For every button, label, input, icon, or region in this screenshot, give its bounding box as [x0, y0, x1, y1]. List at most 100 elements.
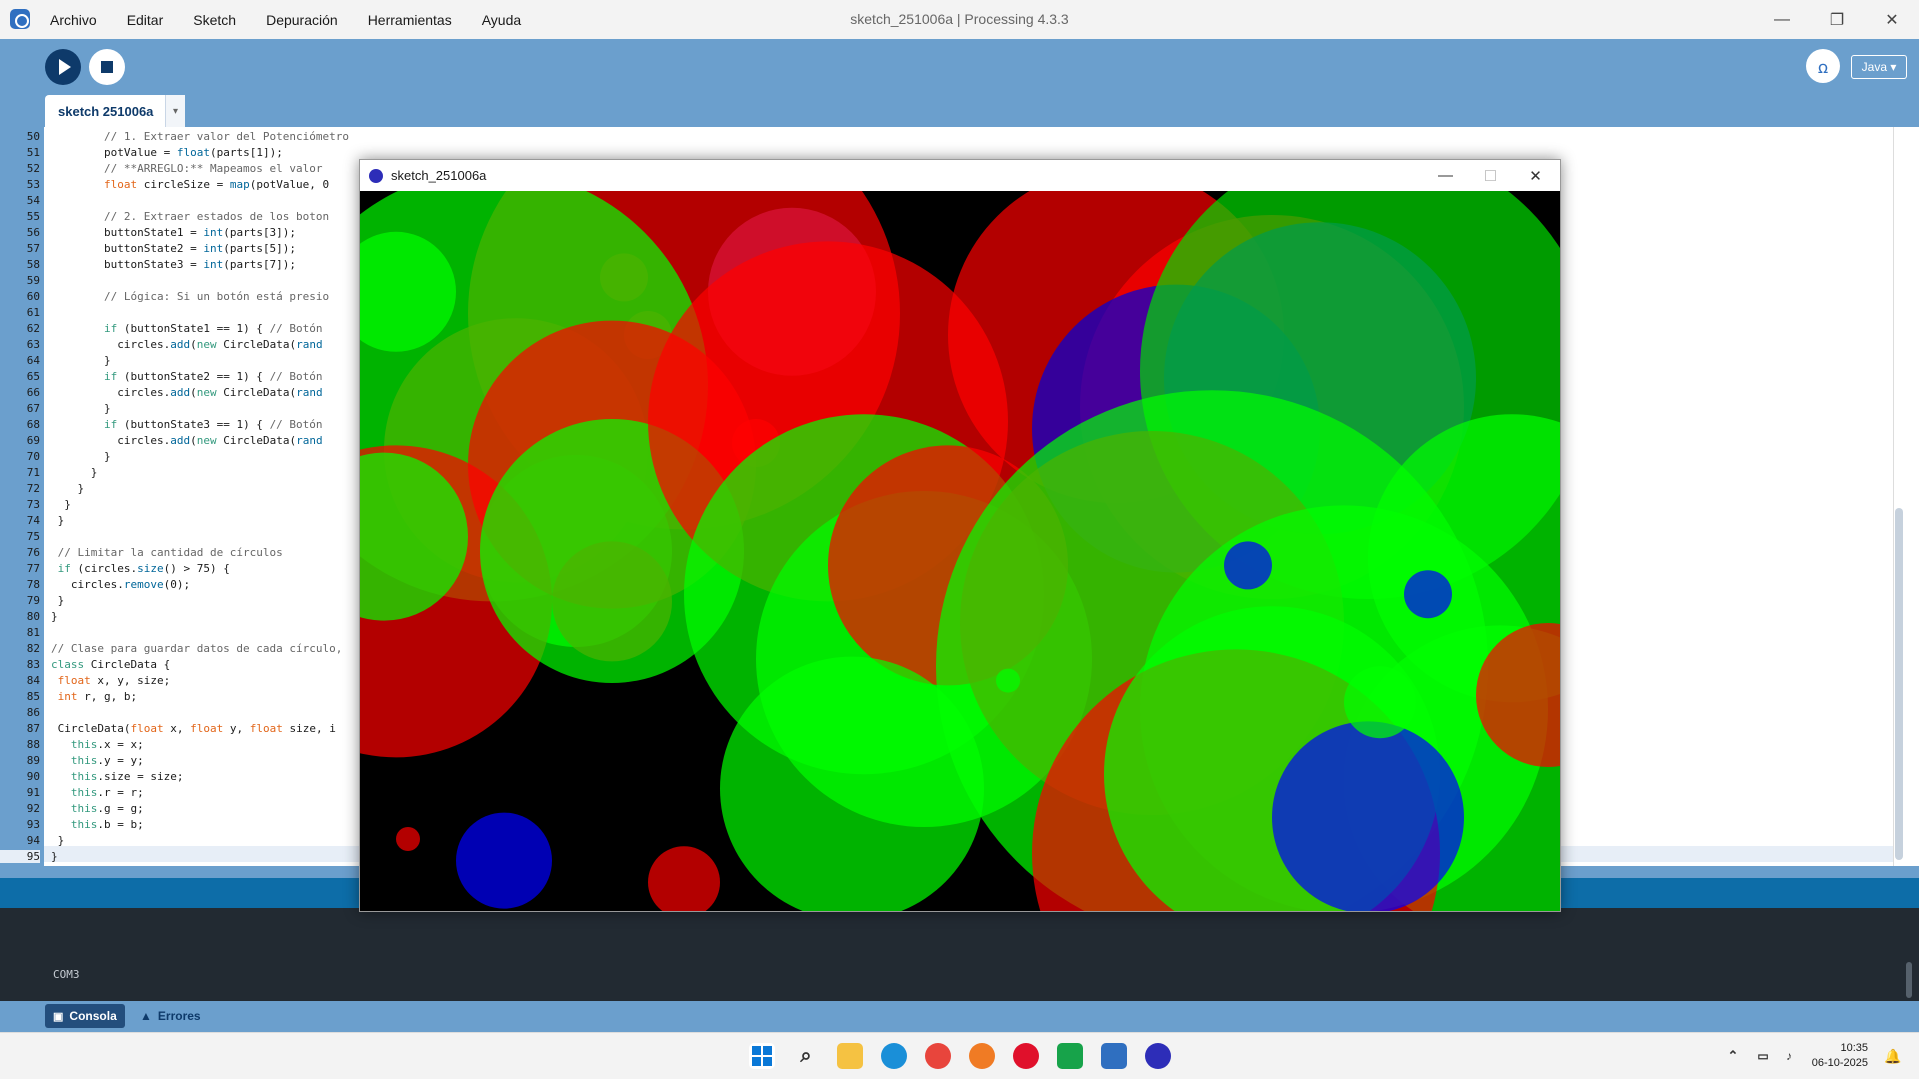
code-line[interactable]: } [51, 450, 111, 463]
debugger-button[interactable]: ꭥ [1806, 49, 1840, 83]
sketch-close-button[interactable]: ✕ [1513, 160, 1558, 191]
line-number: 68 [26, 418, 40, 431]
menu-archivo[interactable]: Archivo [40, 12, 117, 28]
code-line[interactable]: circles.add(new CircleData(rand [51, 434, 323, 447]
tab-consola[interactable]: ▣ Consola [45, 1004, 125, 1028]
chrome-icon[interactable] [925, 1043, 951, 1069]
code-line[interactable]: if (buttonState3 == 1) { // Botón [51, 418, 323, 431]
code-line[interactable]: circles.add(new CircleData(rand [51, 386, 323, 399]
code-token: rand [296, 434, 323, 447]
code-line[interactable]: // Lógica: Si un botón está presio [51, 290, 329, 303]
code-token: CircleData( [51, 722, 131, 735]
code-token: } [51, 466, 98, 479]
tab-errores[interactable]: ▲ Errores [132, 1004, 209, 1028]
menu-herramientas[interactable]: Herramientas [358, 12, 472, 28]
close-button[interactable]: ✕ [1865, 0, 1919, 39]
sketch-maximize-button[interactable]: ☐ [1468, 160, 1513, 191]
menu-editar[interactable]: Editar [117, 12, 184, 28]
line-number: 60 [26, 290, 40, 303]
code-token: (circles. [70, 562, 138, 575]
code-line[interactable]: float x, y, size; [51, 674, 171, 687]
chat-app-icon[interactable] [1057, 1043, 1083, 1069]
sketch-title-bar[interactable]: sketch_251006a — ☐ ✕ [360, 160, 1560, 191]
code-line[interactable]: this.y = y; [51, 754, 144, 767]
firefox-icon[interactable] [969, 1043, 995, 1069]
code-line[interactable]: if (circles.size() > 75) { [51, 562, 230, 575]
code-line[interactable]: // 2. Extraer estados de los boton [51, 210, 329, 223]
code-line[interactable]: } [51, 610, 58, 623]
code-line[interactable]: this.size = size; [51, 770, 184, 783]
line-number: 75 [26, 530, 40, 543]
code-line[interactable]: buttonState2 = int(parts[5]); [51, 242, 296, 255]
volume-icon[interactable]: ♪ [1776, 1043, 1802, 1069]
code-line[interactable]: this.x = x; [51, 738, 144, 751]
code-line[interactable]: circles.add(new CircleData(rand [51, 338, 322, 351]
line-number: 95 [0, 850, 40, 863]
code-line[interactable]: int r, g, b; [51, 690, 137, 703]
code-token: rand [296, 386, 323, 399]
code-line[interactable]: } [51, 498, 71, 511]
sketch-minimize-button[interactable]: — [1423, 160, 1468, 191]
code-line[interactable]: class CircleData { [51, 658, 170, 671]
code-line[interactable]: } [51, 354, 111, 367]
sketch-canvas[interactable] [360, 191, 1560, 911]
code-line[interactable]: this.r = r; [51, 786, 144, 799]
tab-sketch[interactable]: sketch 251006a ▾ [45, 95, 185, 127]
code-line[interactable]: float circleSize = map(potValue, 0 [51, 178, 329, 191]
code-line[interactable]: circles.remove(0); [51, 578, 190, 591]
network-icon[interactable]: ▭ [1750, 1043, 1776, 1069]
code-line[interactable]: } [51, 466, 98, 479]
tray-chevron-up-icon[interactable]: ⌃ [1720, 1043, 1746, 1069]
console-scrollbar[interactable] [1906, 962, 1912, 998]
sketch-window-title: sketch_251006a [391, 168, 487, 183]
code-line[interactable]: } [51, 514, 65, 527]
code-line[interactable]: if (buttonState2 == 1) { // Botón [51, 370, 323, 383]
menu-ayuda[interactable]: Ayuda [472, 12, 541, 28]
code-line[interactable]: } [51, 834, 65, 847]
mode-selector[interactable]: Java ▾ [1851, 55, 1907, 79]
menu-depuracion[interactable]: Depuración [256, 12, 358, 28]
code-token: } [51, 482, 85, 495]
minimize-button[interactable]: — [1755, 0, 1809, 39]
file-explorer-icon[interactable] [837, 1043, 863, 1069]
code-line[interactable]: CircleData(float x, float y, float size,… [51, 722, 336, 735]
code-line[interactable]: } [51, 594, 65, 607]
sketch-taskbar-icon[interactable] [1145, 1043, 1171, 1069]
code-token: // Limitar la cantidad de círculos [57, 546, 283, 559]
edge-icon[interactable] [881, 1043, 907, 1069]
code-line[interactable]: buttonState1 = int(parts[3]); [51, 226, 296, 239]
run-button[interactable] [45, 49, 81, 85]
console-area [0, 908, 1919, 1001]
code-line[interactable]: // Limitar la cantidad de círculos [51, 546, 283, 559]
code-token: circleSize = [137, 178, 230, 191]
code-line[interactable]: buttonState3 = int(parts[7]); [51, 258, 296, 271]
code-line[interactable]: this.b = b; [51, 818, 144, 831]
code-line[interactable]: } [51, 482, 84, 495]
search-icon[interactable]: ⌕ [793, 1043, 819, 1069]
menu-sketch[interactable]: Sketch [183, 12, 256, 28]
code-line[interactable]: // 1. Extraer valor del Potenciómetro [51, 130, 349, 143]
clock[interactable]: 10:35 06-10-2025 [1808, 1041, 1868, 1071]
code-token: class [51, 658, 85, 671]
code-line[interactable]: this.g = g; [51, 802, 144, 815]
code-line[interactable]: // Clase para guardar datos de cada círc… [51, 642, 342, 655]
windows-start-icon[interactable] [749, 1043, 775, 1069]
code-token: if [57, 562, 71, 575]
notification-bell-icon[interactable]: 🔔 [1880, 1043, 1906, 1069]
code-line[interactable]: } [51, 402, 111, 415]
sketch-app-icon [369, 169, 383, 183]
code-line[interactable]: potValue = float(parts[1]); [51, 146, 283, 159]
opera-icon[interactable] [1013, 1043, 1039, 1069]
code-line[interactable]: if (buttonState1 == 1) { // Botón [51, 322, 323, 335]
code-line[interactable]: } [51, 850, 58, 863]
stop-button[interactable] [89, 49, 125, 85]
tab-menu-arrow[interactable]: ▾ [165, 95, 185, 127]
line-number: 77 [26, 562, 40, 575]
warning-icon: ▲ [140, 1009, 152, 1023]
processing-taskbar-icon[interactable] [1101, 1043, 1127, 1069]
sketch-window[interactable]: sketch_251006a — ☐ ✕ [359, 159, 1561, 912]
code-token: // Lógica: Si un botón está presio [103, 290, 330, 303]
code-line[interactable]: // **ARREGLO:** Mapeamos el valor [51, 162, 323, 175]
maximize-button[interactable]: ❐ [1810, 0, 1864, 39]
editor-scrollbar-thumb[interactable] [1895, 508, 1903, 860]
